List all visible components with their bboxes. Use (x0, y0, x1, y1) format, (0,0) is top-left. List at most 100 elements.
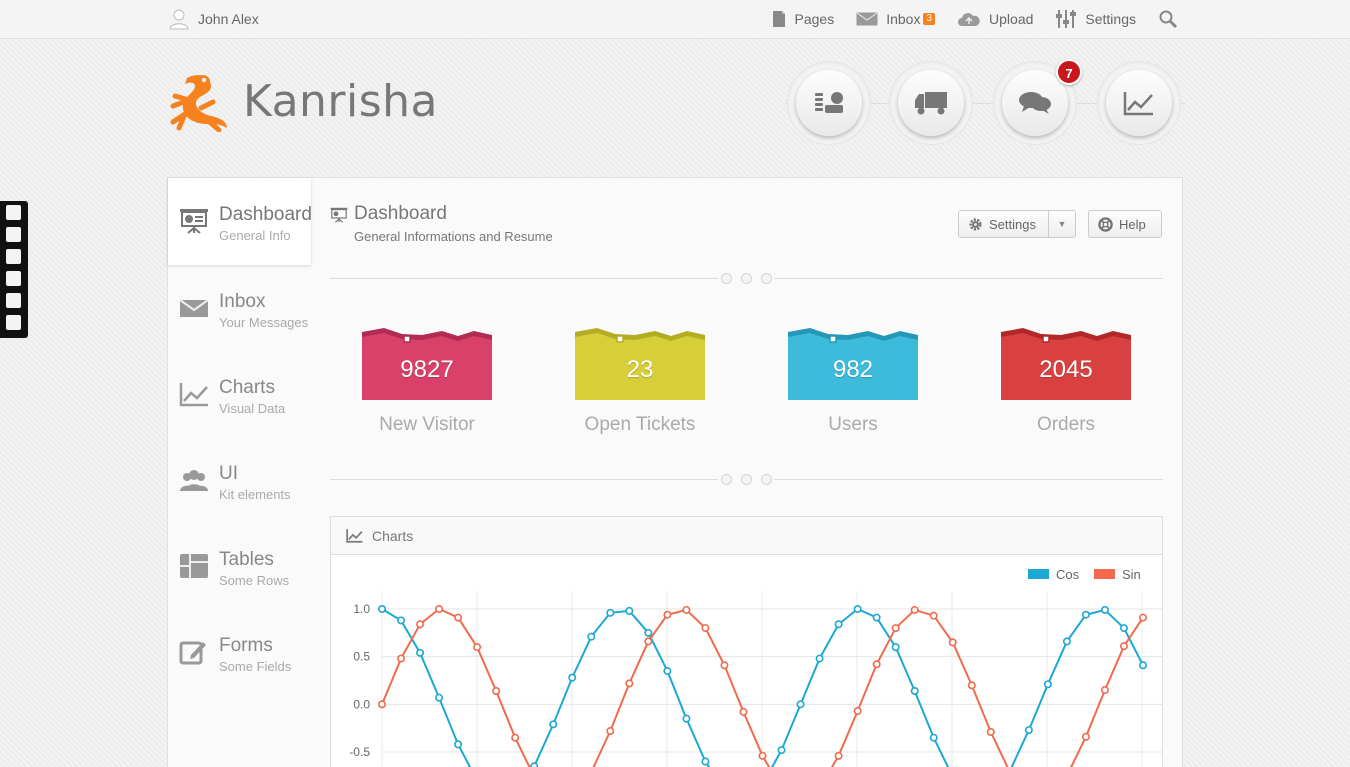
data-point-sin[interactable] (1138, 613, 1147, 622)
quick-action-messages: 7 (993, 59, 1082, 145)
data-point-sin[interactable] (492, 686, 501, 695)
data-point-cos[interactable] (549, 720, 558, 729)
data-point-sin[interactable] (397, 654, 406, 663)
sidebar-item-charts[interactable]: Charts Visual Data (168, 351, 311, 437)
data-point-sin[interactable] (872, 660, 881, 669)
data-point-sin[interactable] (663, 610, 672, 619)
data-point-sin[interactable] (435, 604, 444, 613)
data-point-cos[interactable] (1100, 605, 1109, 614)
style-option-3[interactable] (6, 249, 21, 264)
data-point-cos[interactable] (1043, 680, 1052, 689)
data-point-cos[interactable] (834, 620, 843, 629)
topnav-pages[interactable]: Pages (771, 10, 834, 28)
data-point-cos[interactable] (1138, 661, 1147, 670)
data-point-sin[interactable] (644, 637, 653, 646)
quick-action-stats-button[interactable] (1106, 70, 1172, 136)
quick-action-shipping-button[interactable] (898, 70, 964, 136)
data-point-cos[interactable] (815, 654, 824, 663)
legend-label[interactable]: Cos (1056, 567, 1080, 582)
topnav-settings[interactable]: Settings (1055, 9, 1136, 29)
data-point-cos[interactable] (606, 608, 615, 617)
data-point-cos[interactable] (416, 648, 425, 657)
help-button[interactable]: Help (1088, 210, 1162, 238)
data-point-sin[interactable] (929, 611, 938, 620)
y-tick-label: -0.5 (349, 745, 370, 759)
data-point-cos[interactable] (625, 606, 634, 615)
brand-logo[interactable]: Kanrisha (167, 70, 438, 132)
data-point-sin[interactable] (1081, 732, 1090, 741)
data-point-sin[interactable] (701, 624, 710, 633)
data-point-cos[interactable] (682, 714, 691, 723)
settings-caret-button[interactable]: ▼ (1049, 219, 1075, 229)
data-point-cos[interactable] (1062, 637, 1071, 646)
data-point-sin[interactable] (511, 733, 520, 742)
data-point-sin[interactable] (473, 643, 482, 652)
settings-button[interactable]: Settings (959, 211, 1049, 237)
sidebar-item-dashboard[interactable]: Dashboard General Info (168, 178, 312, 265)
data-point-cos[interactable] (872, 613, 881, 622)
data-point-cos[interactable] (397, 616, 406, 625)
style-option-2[interactable] (6, 227, 21, 242)
topnav-upload[interactable]: Upload (957, 11, 1033, 27)
style-option-4[interactable] (6, 271, 21, 286)
data-point-sin[interactable] (986, 727, 995, 736)
data-point-cos[interactable] (377, 604, 386, 613)
gear-icon (969, 217, 982, 231)
data-point-sin[interactable] (853, 707, 862, 716)
user-menu[interactable]: John Alex (168, 8, 259, 30)
data-point-sin[interactable] (625, 679, 634, 688)
line-chart-icon (179, 383, 208, 407)
style-option-6[interactable] (6, 315, 21, 330)
data-point-cos[interactable] (910, 686, 919, 695)
search-button[interactable] (1158, 9, 1178, 29)
stat-tile[interactable]: 2045 Orders (1001, 328, 1131, 436)
sidebar-item-forms[interactable]: Forms Some Fields (168, 609, 311, 695)
stat-value: 2045 (1039, 356, 1093, 383)
quick-action-finance-button[interactable] (796, 70, 862, 136)
data-point-sin[interactable] (891, 624, 900, 633)
page-subtitle: General Informations and Resume (354, 229, 553, 244)
data-point-sin[interactable] (1100, 686, 1109, 695)
data-point-sin[interactable] (834, 751, 843, 760)
data-point-cos[interactable] (777, 746, 786, 755)
data-point-cos[interactable] (796, 700, 805, 709)
data-point-cos[interactable] (1081, 610, 1090, 619)
topnav-inbox[interactable]: Inbox 3 (856, 11, 936, 27)
data-point-sin[interactable] (377, 700, 386, 709)
data-point-sin[interactable] (1119, 642, 1128, 651)
data-point-cos[interactable] (530, 762, 539, 767)
stat-tile[interactable]: 982 Users (788, 328, 918, 436)
style-option-1[interactable] (6, 205, 21, 220)
data-point-sin[interactable] (948, 638, 957, 647)
data-point-sin[interactable] (967, 681, 976, 690)
data-point-cos[interactable] (663, 666, 672, 675)
data-point-cos[interactable] (891, 643, 900, 652)
data-point-cos[interactable] (568, 673, 577, 682)
sidebar-item-inbox[interactable]: Inbox Your Messages (168, 265, 311, 351)
data-point-sin[interactable] (758, 751, 767, 760)
data-point-sin[interactable] (416, 620, 425, 629)
data-point-cos[interactable] (1119, 624, 1128, 633)
legend-label[interactable]: Sin (1122, 567, 1141, 582)
data-point-cos[interactable] (454, 740, 463, 749)
data-point-cos[interactable] (587, 632, 596, 641)
sidebar-item-ui[interactable]: UI Kit elements (168, 437, 311, 523)
style-option-5[interactable] (6, 293, 21, 308)
sidebar-item-title: Tables (219, 549, 274, 570)
stat-tile[interactable]: 9827 New Visitor (362, 328, 492, 436)
data-point-sin[interactable] (910, 605, 919, 614)
data-point-cos[interactable] (701, 757, 710, 766)
sidebar-item-tables[interactable]: Tables Some Rows (168, 523, 311, 609)
data-point-cos[interactable] (644, 628, 653, 637)
data-point-sin[interactable] (720, 661, 729, 670)
stat-label: Orders (1036, 414, 1096, 435)
data-point-sin[interactable] (454, 613, 463, 622)
data-point-sin[interactable] (606, 727, 615, 736)
data-point-sin[interactable] (739, 707, 748, 716)
data-point-sin[interactable] (682, 605, 691, 614)
stat-tile[interactable]: 23 Open Tickets (575, 328, 705, 436)
data-point-cos[interactable] (1024, 726, 1033, 735)
data-point-cos[interactable] (435, 693, 444, 702)
data-point-cos[interactable] (853, 604, 862, 613)
data-point-cos[interactable] (929, 733, 938, 742)
